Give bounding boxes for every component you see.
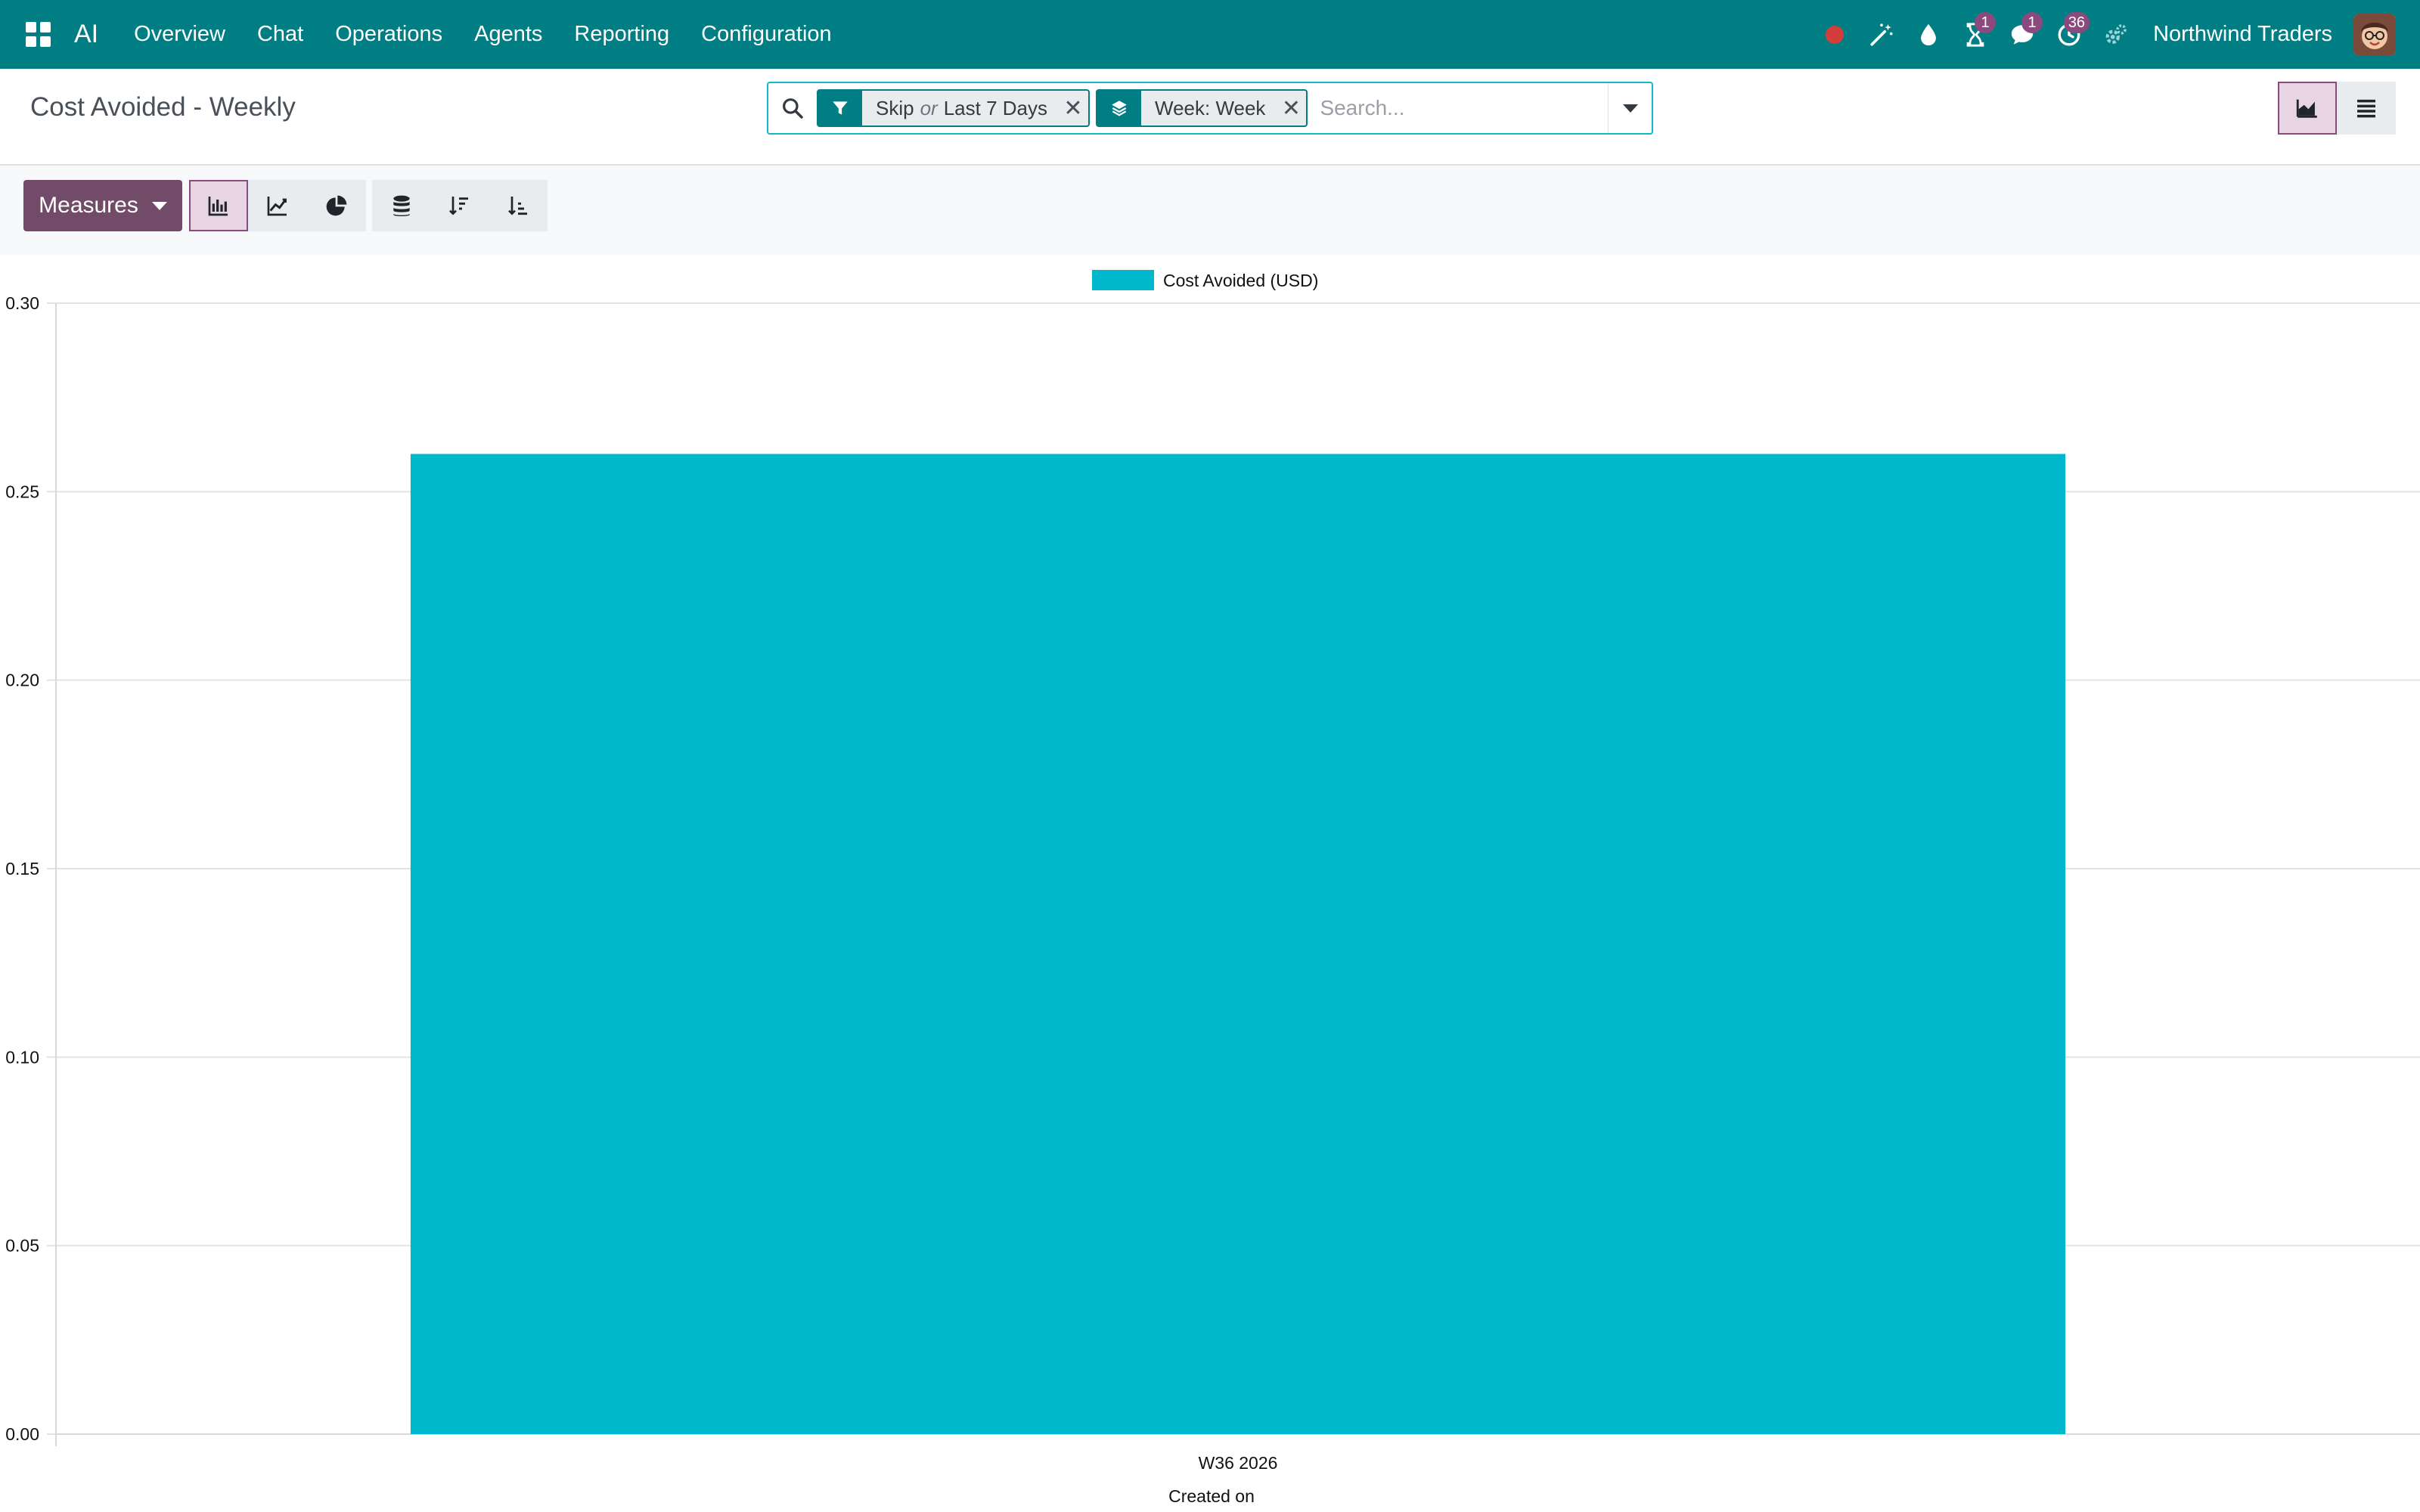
search-box: Skip or Last 7 Days ✕ Week: Week ✕	[767, 82, 1653, 135]
x-tick-label: W36 2026	[1199, 1453, 1278, 1473]
page-title: Cost Avoided - Weekly	[30, 92, 296, 122]
graph-chart: 0.00 0.05 0.10 0.15 0.20 0.25 0.30 W36 2026 Crea…	[0, 255, 2420, 1512]
graph-view-button[interactable]	[2278, 82, 2337, 135]
stacked-toggle-button[interactable]	[372, 180, 431, 231]
sort-ascending-icon	[508, 197, 527, 215]
menu-item-agents[interactable]: Agents	[458, 0, 558, 69]
database-stack-icon	[393, 195, 410, 216]
sort-group	[430, 180, 548, 231]
legend-label: Cost Avoided (USD)	[1163, 271, 1318, 290]
user-avatar[interactable]	[2353, 13, 2396, 56]
view-switcher	[2278, 82, 2396, 135]
groupby-facet[interactable]: Week: Week ✕	[1096, 89, 1308, 127]
y-tick-label: 0.00	[5, 1424, 39, 1444]
pie-chart-button[interactable]	[307, 180, 366, 231]
y-tick-label: 0.10	[5, 1047, 39, 1067]
main-menu: Overview Chat Operations Agents Reportin…	[118, 0, 848, 69]
search-options-toggle[interactable]	[1608, 83, 1652, 133]
measures-dropdown-button[interactable]: Measures	[23, 180, 182, 231]
search-icon[interactable]	[768, 83, 817, 133]
menu-item-operations[interactable]: Operations	[319, 0, 458, 69]
y-tick-label: 0.05	[5, 1236, 39, 1256]
search-input[interactable]	[1314, 85, 1608, 131]
chart-options-group	[372, 180, 431, 231]
activity-badge: 1	[1975, 12, 1996, 33]
filter-facet-label: Skip or Last 7 Days	[862, 97, 1058, 120]
legend-swatch	[1092, 270, 1154, 290]
y-tick-label: 0.25	[5, 482, 39, 501]
drop-icon[interactable]	[1905, 0, 1952, 69]
systray: 1 1 36 Northwind Traders	[1811, 0, 2420, 69]
magic-wand-icon[interactable]	[1858, 0, 1905, 69]
record-dot-icon[interactable]	[1811, 0, 1858, 69]
bar-chart-button[interactable]	[189, 180, 248, 231]
sort-descending-icon	[449, 197, 468, 215]
menu-item-reporting[interactable]: Reporting	[558, 0, 685, 69]
company-switcher[interactable]: Northwind Traders	[2153, 22, 2332, 47]
line-chart-icon	[267, 197, 287, 216]
filter-icon	[818, 91, 862, 125]
area-chart-icon	[2296, 99, 2317, 118]
messages-badge: 1	[2021, 12, 2043, 33]
app-brand[interactable]: AI	[74, 20, 98, 49]
bar-chart-icon	[208, 197, 228, 216]
bar-chart: 0.00 0.05 0.10 0.15 0.20 0.25 0.30 W36 2026 Crea…	[5, 270, 2420, 1506]
layers-icon	[1097, 91, 1141, 125]
filter-value-skip: Skip	[876, 96, 914, 119]
y-tick-label: 0.30	[5, 293, 39, 313]
chevron-down-icon	[1622, 104, 1638, 113]
remove-filter-facet-icon[interactable]: ✕	[1058, 91, 1088, 125]
pie-chart-icon	[326, 195, 347, 216]
sort-descending-button[interactable]	[430, 180, 489, 231]
app-menu-icon[interactable]	[17, 14, 59, 56]
bar	[410, 454, 2066, 1434]
filter-facet[interactable]: Skip or Last 7 Days ✕	[817, 89, 1090, 127]
filter-separator: or	[920, 96, 938, 119]
list-view-button[interactable]	[2337, 82, 2396, 135]
settings-gears-icon[interactable]	[2093, 0, 2139, 69]
list-icon	[2357, 99, 2375, 118]
sort-ascending-button[interactable]	[489, 180, 548, 231]
activities-badge: 36	[2063, 12, 2090, 33]
remove-groupby-facet-icon[interactable]: ✕	[1276, 91, 1306, 125]
x-axis-title: Created on	[1168, 1486, 1255, 1506]
graph-toolbar: Measures	[0, 166, 2420, 255]
caret-down-icon	[151, 201, 167, 210]
filter-value-last-7-days: Last 7 Days	[943, 96, 1047, 119]
hourglass-icon[interactable]: 1	[1952, 0, 1999, 69]
activity-clock-icon[interactable]: 36	[2046, 0, 2093, 69]
chart-mode-group	[189, 180, 366, 231]
chat-icon[interactable]: 1	[1999, 0, 2046, 69]
menu-item-chat[interactable]: Chat	[241, 0, 319, 69]
menu-item-overview[interactable]: Overview	[118, 0, 241, 69]
groupby-facet-label: Week: Week	[1155, 96, 1266, 119]
menu-item-configuration[interactable]: Configuration	[685, 0, 848, 69]
y-tick-label: 0.20	[5, 671, 39, 690]
measures-label: Measures	[39, 193, 138, 218]
control-panel: Cost Avoided - Weekly Skip or Last 7 Days …	[0, 69, 2420, 166]
top-navbar: AI Overview Chat Operations Agents Repor…	[0, 0, 2420, 69]
line-chart-button[interactable]	[248, 180, 307, 231]
y-tick-label: 0.15	[5, 859, 39, 878]
